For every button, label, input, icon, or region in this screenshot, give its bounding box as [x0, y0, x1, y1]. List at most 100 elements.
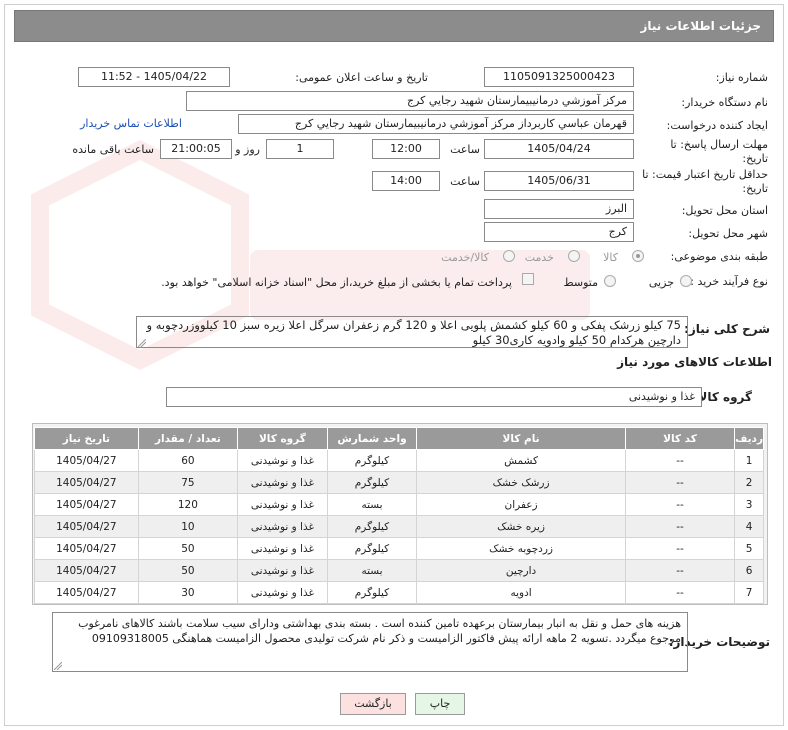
cell-group: غذا و نوشیدنی — [237, 559, 328, 582]
cell-quantity: 60 — [137, 449, 239, 472]
deadline-label: مهلت ارسال پاسخ: تا تاریخ: — [670, 138, 768, 165]
cell-group: غذا و نوشیدنی — [237, 581, 328, 604]
cell-group: غذا و نوشیدنی — [237, 515, 328, 538]
col-group: گروه کالا — [237, 427, 328, 450]
goods-group-field: غذا و نوشیدنی — [166, 387, 702, 407]
table-row: 6 -- دارچین بسته غذا و نوشیدنی 50 1405/04/27 — [34, 559, 764, 582]
goods-section-title: اطلاعات کالاهای مورد نیاز — [617, 355, 772, 369]
category-option-goods: کالا — [603, 251, 618, 264]
cell-unit: کیلوگرم — [326, 449, 418, 472]
city-label: شهر محل تحویل: — [688, 227, 768, 240]
cell-quantity: 50 — [137, 559, 239, 582]
category-option-service: خدمت — [524, 251, 554, 264]
notes-text: هزینه های حمل و نقل به انبار بیمارستان ب… — [52, 612, 688, 672]
cell-item-code: -- — [624, 471, 736, 494]
need-number-label: شماره نیاز: — [715, 71, 768, 84]
remaining-label: ساعت باقی مانده — [72, 143, 154, 156]
category-radio-goods[interactable] — [632, 250, 644, 262]
process-radio-minor[interactable] — [680, 275, 692, 287]
cell-unit: کیلوگرم — [326, 515, 418, 538]
resize-handle-icon[interactable] — [138, 339, 146, 347]
col-unit: واحد شمارش — [326, 427, 418, 450]
announce-field: 1405/04/22 - 11:52 — [78, 67, 230, 87]
cell-need-date: 1405/04/27 — [34, 493, 139, 516]
creator-field: قهرمان عباسي کاربرداز مرکز آموزشي درماني… — [238, 114, 634, 134]
cell-quantity: 75 — [137, 471, 239, 494]
table-row: 7 -- ادویه کیلوگرم غذا و نوشیدنی 30 1405/04/27 — [34, 581, 764, 604]
creator-label: ایجاد کننده درخواست: — [666, 119, 768, 132]
cell-group: غذا و نوشیدنی — [237, 537, 328, 560]
category-radio-service[interactable] — [568, 250, 580, 262]
cell-group: غذا و نوشیدنی — [237, 493, 328, 516]
col-item-name: نام کالا — [416, 427, 626, 450]
cell-unit: بسته — [326, 559, 418, 582]
cell-item-code: -- — [624, 559, 736, 582]
cell-row-number: 2 — [734, 471, 764, 494]
col-item-code: کد کالا — [624, 427, 736, 450]
cell-item-code: -- — [624, 449, 736, 472]
process-label: نوع فرآیند خرید : — [690, 275, 768, 288]
cell-need-date: 1405/04/27 — [34, 581, 139, 604]
process-option-minor: جزیی — [648, 276, 674, 289]
category-label: طبقه بندی موضوعی: — [670, 250, 768, 263]
validity-time-label: ساعت — [450, 175, 480, 188]
cell-need-date: 1405/04/27 — [34, 537, 139, 560]
cell-need-date: 1405/04/27 — [34, 559, 139, 582]
province-label: استان محل تحویل: — [681, 204, 768, 217]
back-button[interactable]: بازگشت — [340, 693, 406, 715]
remaining-time-field: 21:00:05 — [160, 139, 232, 159]
validity-date-field: 1405/06/31 — [484, 171, 634, 191]
cell-item-name: زعفران — [416, 493, 626, 516]
need-number-field: 1105091325000423 — [484, 67, 634, 87]
cell-need-date: 1405/04/27 — [34, 515, 139, 538]
process-radio-medium[interactable] — [604, 275, 616, 287]
goods-table: ردیف کد کالا نام کالا واحد شمارش گروه کا… — [32, 423, 768, 605]
treasury-note: پرداخت تمام یا بخشی از مبلغ خرید،از محل … — [161, 276, 512, 289]
table-row: 5 -- زردچوبه خشک کیلوگرم غذا و نوشیدنی 50 1405… — [34, 537, 764, 560]
validity-label: حداقل تاریخ اعتبار قیمت: تا تاریخ: — [642, 168, 768, 195]
table-row: 3 -- زعفران بسته غذا و نوشیدنی 120 1405/04/27 — [34, 493, 764, 516]
deadline-date-field: 1405/04/24 — [484, 139, 634, 159]
cell-item-code: -- — [624, 581, 736, 604]
cell-row-number: 1 — [734, 449, 764, 472]
cell-item-code: -- — [624, 537, 736, 560]
category-radio-goods-service[interactable] — [503, 250, 515, 262]
cell-quantity: 30 — [137, 581, 239, 604]
cell-unit: کیلوگرم — [326, 581, 418, 604]
treasury-checkbox[interactable] — [522, 273, 534, 285]
cell-item-code: -- — [624, 493, 736, 516]
table-row: 4 -- زیره خشک کیلوگرم غذا و نوشیدنی 10 1405/04… — [34, 515, 764, 538]
deadline-time-field: 12:00 — [372, 139, 440, 159]
page-title: جزئیات اطلاعات نیاز — [14, 10, 774, 42]
cell-row-number: 6 — [734, 559, 764, 582]
cell-row-number: 4 — [734, 515, 764, 538]
contact-buyer-link[interactable]: اطلاعات تماس خریدار — [80, 117, 182, 130]
print-button[interactable]: چاپ — [415, 693, 465, 715]
deadline-time-label: ساعت — [450, 143, 480, 156]
cell-unit: کیلوگرم — [326, 471, 418, 494]
province-field: البرز — [484, 199, 634, 219]
cell-quantity: 120 — [137, 493, 239, 516]
buyer-field: مرکز آموزشي درمانيبيمارستان شهيد رجايي ک… — [186, 91, 634, 111]
description-label: شرح کلی نیاز: — [684, 322, 770, 336]
cell-quantity: 10 — [137, 515, 239, 538]
announce-label: تاریخ و ساعت اعلان عمومی: — [295, 71, 428, 84]
process-option-medium: متوسط — [563, 276, 598, 289]
cell-group: غذا و نوشیدنی — [237, 449, 328, 472]
validity-time-field: 14:00 — [372, 171, 440, 191]
cell-unit: بسته — [326, 493, 418, 516]
col-quantity: تعداد / مقدار — [137, 427, 239, 450]
description-text: 75 کیلو زرشک پفکی و 60 کیلو کشمش پلویی ا… — [136, 316, 688, 348]
cell-item-name: ادویه — [416, 581, 626, 604]
table-header-row: ردیف کد کالا نام کالا واحد شمارش گروه کا… — [34, 427, 764, 450]
cell-item-name: زیره خشک — [416, 515, 626, 538]
buyer-label: نام دستگاه خریدار: — [681, 96, 768, 109]
cell-item-name: دارچین — [416, 559, 626, 582]
cell-group: غذا و نوشیدنی — [237, 471, 328, 494]
cell-unit: کیلوگرم — [326, 537, 418, 560]
resize-handle-icon[interactable] — [54, 662, 62, 670]
col-row-number: ردیف — [734, 427, 764, 450]
cell-row-number: 5 — [734, 537, 764, 560]
category-option-goods-service: کالا/خدمت — [441, 251, 489, 264]
col-need-date: تاریخ نیاز — [34, 427, 139, 450]
